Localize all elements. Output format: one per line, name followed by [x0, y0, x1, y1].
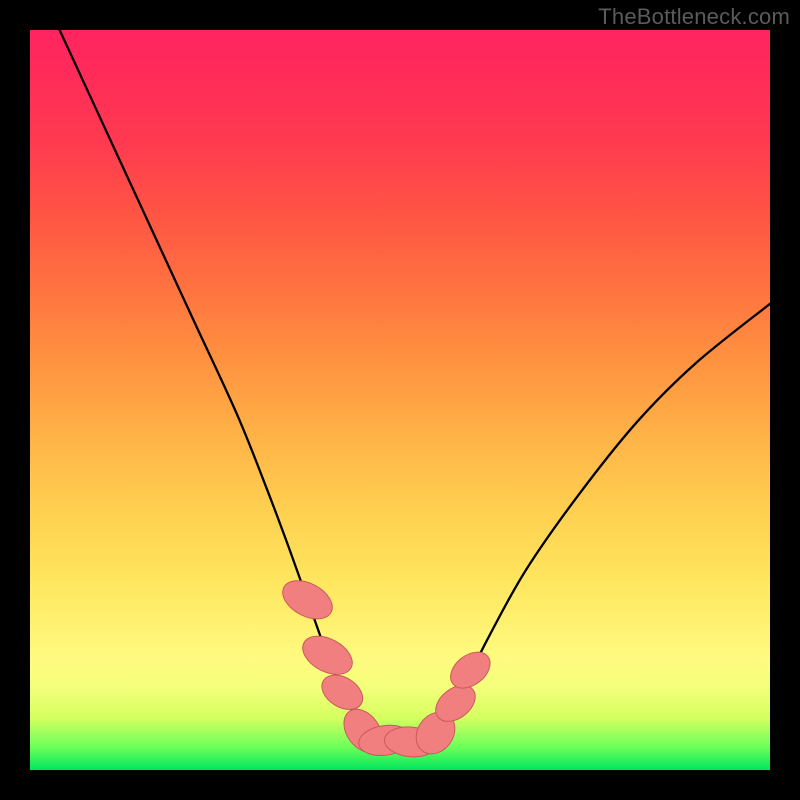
curve-group: [60, 30, 770, 744]
curve-marker: [296, 628, 358, 682]
curve-marker: [316, 668, 369, 717]
plot-area: [30, 30, 770, 770]
chart-svg: [30, 30, 770, 770]
watermark-text: TheBottleneck.com: [598, 4, 790, 30]
outer-frame: TheBottleneck.com: [0, 0, 800, 800]
bottleneck-curve: [60, 30, 770, 744]
curve-marker: [276, 573, 338, 627]
marker-group: [276, 573, 497, 761]
